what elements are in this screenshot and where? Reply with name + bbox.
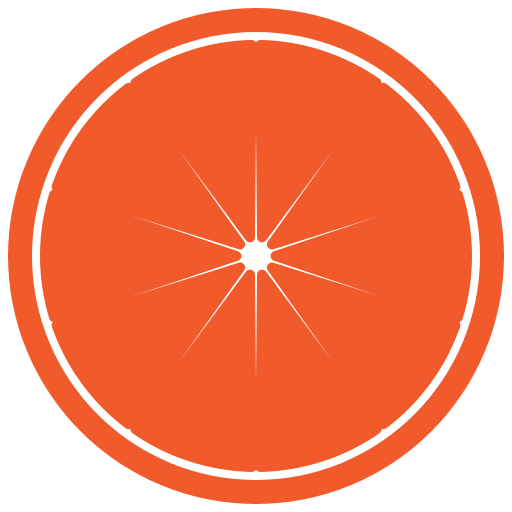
center-dot [247, 247, 265, 265]
segments-group [40, 40, 472, 472]
orange-slice-icon [8, 8, 504, 504]
orange-slice-icon-container [0, 0, 512, 512]
